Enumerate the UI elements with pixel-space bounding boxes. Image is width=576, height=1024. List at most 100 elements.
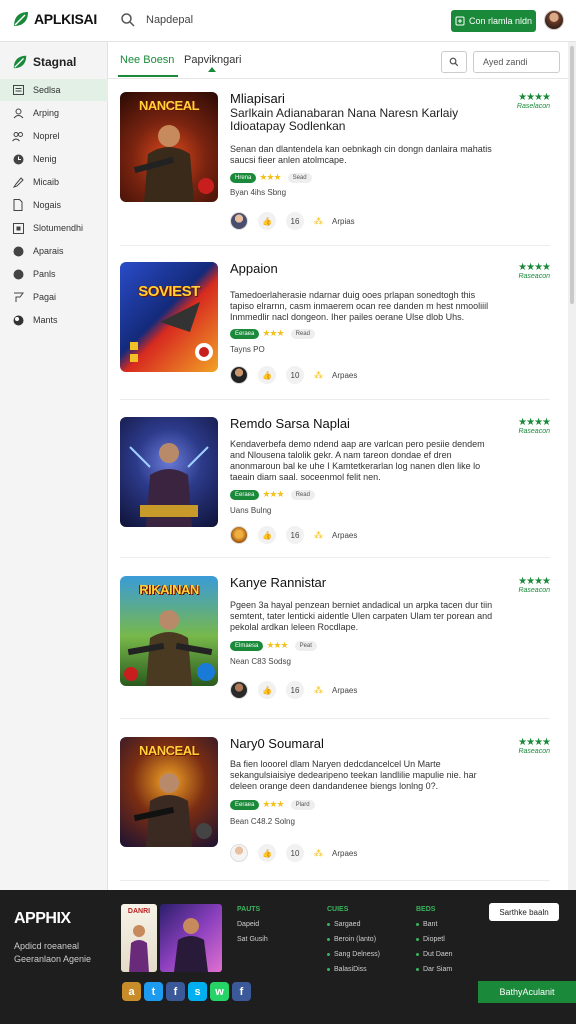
app-meta: Hrena ★★★ Sead: [230, 172, 312, 183]
app-title[interactable]: Remdo Sarsa Naplai: [230, 417, 350, 431]
app-card[interactable]: SOVIEST Appaion Tamedoerlaherasie ndarna…: [120, 262, 551, 412]
app-meta: Eeraea ★★★ Plard: [230, 799, 315, 810]
tab-primary[interactable]: Nee Boesn: [120, 54, 174, 66]
count-button[interactable]: 16: [286, 212, 304, 230]
bullet-icon: [416, 968, 419, 971]
app-card[interactable]: RIKAINAN Kanye Rannistar Pgeen 3a hayal …: [120, 576, 551, 726]
footer-link[interactable]: Sat Gusih: [237, 936, 268, 943]
app-thumbnail[interactable]: NANCEAL: [120, 737, 218, 847]
sidebar-item-4[interactable]: Nenig: [0, 148, 108, 170]
sidebar-item-3[interactable]: Noprel: [0, 125, 108, 147]
count-button[interactable]: 16: [286, 526, 304, 544]
footer-brand[interactable]: APPHIX: [14, 910, 71, 928]
action-label[interactable]: Arpaes: [332, 849, 357, 858]
filter-search-button[interactable]: [441, 51, 467, 73]
app-thumbnail[interactable]: SOVIEST: [120, 262, 218, 372]
footer-link[interactable]: Dar Siam: [416, 966, 453, 973]
avatar[interactable]: [230, 366, 248, 384]
count-button[interactable]: 16: [286, 681, 304, 699]
avatar[interactable]: [230, 526, 248, 544]
count-button[interactable]: 10: [286, 844, 304, 862]
sidebar-item-label: Panls: [33, 269, 56, 279]
app-card[interactable]: NANCEAL Nary0 Soumaral Ba fien looorel d…: [120, 737, 551, 887]
yellow-app-icon[interactable]: a: [122, 982, 141, 1001]
footer-promo-image[interactable]: [160, 904, 222, 972]
footer-link[interactable]: Beroin (lanto): [327, 936, 380, 943]
logo[interactable]: APLKISAI: [12, 10, 97, 28]
rating-block: ★★★★ Raseacon: [518, 576, 551, 594]
bullet-icon: [416, 938, 419, 941]
like-button[interactable]: 👍: [258, 212, 276, 230]
app-thumbnail[interactable]: [120, 417, 218, 527]
avatar[interactable]: [230, 212, 248, 230]
search-icon: [449, 57, 459, 67]
action-label[interactable]: Arpaes: [332, 371, 357, 380]
sidebar-item-9[interactable]: Panls: [0, 263, 108, 285]
sidebar-item-5[interactable]: Micaib: [0, 171, 108, 193]
app-title[interactable]: Nary0 Soumaral: [230, 737, 324, 751]
app-title[interactable]: Mliapisari: [230, 92, 285, 106]
scrollbar[interactable]: [568, 42, 576, 890]
action-label[interactable]: Arpias: [332, 217, 355, 226]
facebook-icon[interactable]: f: [232, 982, 251, 1001]
skype-icon[interactable]: s: [188, 982, 207, 1001]
avatar[interactable]: [230, 844, 248, 862]
app-info: Tayns PO: [230, 345, 265, 354]
search-icon[interactable]: [120, 12, 136, 28]
action-label[interactable]: Arpaes: [332, 531, 357, 540]
warrior-artwork-icon: [129, 443, 209, 527]
sidebar-item-10[interactable]: Pagai: [0, 286, 108, 308]
like-button[interactable]: 👍: [258, 844, 276, 862]
app-description: Kendaverbefa demo ndend aap are varlcan …: [230, 439, 485, 482]
star-rating-icon: ★★★: [262, 489, 284, 499]
scrollbar-thumb[interactable]: [570, 46, 574, 304]
sidebar-item-2[interactable]: Arping: [0, 102, 108, 124]
thumbs-up-icon: 👍: [262, 216, 272, 226]
rating-label: Raseacon: [518, 748, 550, 755]
footer-link[interactable]: Bant: [416, 921, 453, 928]
footer-link[interactable]: BalasiDiss: [327, 966, 380, 973]
action-label[interactable]: Arpaes: [332, 686, 357, 695]
avatar[interactable]: [230, 681, 248, 699]
tab-secondary[interactable]: Papvikngari: [184, 54, 241, 66]
footer-cta-button[interactable]: BathyAculanit: [478, 981, 576, 1003]
logo-text: APLKISAI: [34, 11, 97, 27]
bullet-icon: [327, 968, 330, 971]
like-button[interactable]: 👍: [258, 526, 276, 544]
footer-link[interactable]: Diopetl: [416, 936, 453, 943]
filter-input[interactable]: Ayed zandi: [473, 51, 560, 73]
sidebar-item-11[interactable]: Mants: [0, 309, 108, 331]
count-button[interactable]: 10: [286, 366, 304, 384]
search-input[interactable]: Napdepal: [146, 14, 193, 26]
footer-promo-image[interactable]: DANRI: [121, 904, 157, 972]
soldier-artwork-icon: [124, 610, 215, 686]
app-title[interactable]: Kanye Rannistar: [230, 576, 326, 590]
sidebar-item-7[interactable]: Slotumendhi: [0, 217, 108, 239]
sidebar-item-6[interactable]: Nogais: [0, 194, 108, 216]
app-card[interactable]: Remdo Sarsa Naplai Kendaverbefa demo nde…: [120, 417, 551, 567]
like-button[interactable]: 👍: [258, 366, 276, 384]
footer-link[interactable]: Sang Delness): [327, 951, 380, 958]
user-avatar[interactable]: [544, 10, 564, 30]
bullet-icon: [327, 923, 330, 926]
sidebar-item-label: Noprel: [33, 131, 60, 141]
sidebar-item-8[interactable]: Aparais: [0, 240, 108, 262]
twitter-icon[interactable]: t: [144, 982, 163, 1001]
facebook-icon[interactable]: f: [166, 982, 185, 1001]
app-thumbnail[interactable]: RIKAINAN: [120, 576, 218, 686]
header-cta-button[interactable]: Con rlamla nldn: [451, 10, 536, 32]
group-icon: [12, 130, 24, 142]
like-button[interactable]: 👍: [258, 681, 276, 699]
whatsapp-icon[interactable]: w: [210, 982, 229, 1001]
app-title[interactable]: Appaion: [230, 262, 278, 276]
footer-link[interactable]: Dut Daen: [416, 951, 453, 958]
app-thumbnail[interactable]: NANCEAL: [120, 92, 218, 202]
sidebar-item-1[interactable]: Sedlsa: [0, 79, 108, 101]
footer-link[interactable]: Dapeid: [237, 921, 268, 928]
app-card[interactable]: NANCEAL Mliapisari Sarlkain Adianabaran …: [120, 92, 551, 246]
main-content: Nee Boesn Papvikngari Ayed zandi NANCEAL…: [108, 42, 568, 890]
character-artwork-icon: [129, 925, 149, 972]
clock-icon: [12, 153, 24, 165]
footer-link[interactable]: Sargaed: [327, 921, 380, 928]
footer-search-button[interactable]: Sarthke baaln: [489, 903, 559, 921]
